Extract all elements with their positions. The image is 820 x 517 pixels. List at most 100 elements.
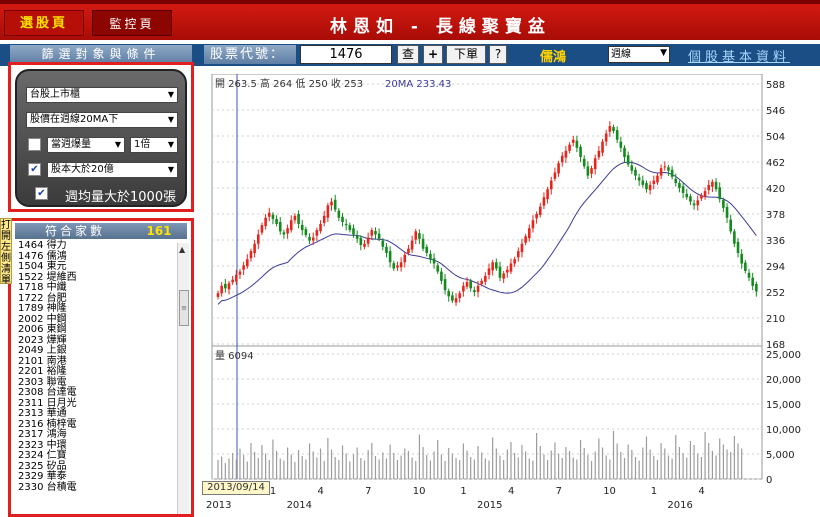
- candle-body: [224, 283, 227, 289]
- volume-bar: [312, 451, 314, 479]
- volume-bar: [257, 458, 259, 479]
- list-item[interactable]: 2324 仁寶: [18, 450, 178, 462]
- volume-condition-select[interactable]: 當週爆量 ▼: [47, 137, 125, 153]
- volume-bar: [286, 447, 289, 479]
- stock-code-label: 股票代號：: [204, 45, 296, 64]
- price-condition-value: 股價在週線20MA下: [30, 114, 119, 125]
- candle-body: [747, 272, 751, 278]
- candle-body: [341, 216, 344, 223]
- price-tick-label: 420: [766, 184, 785, 195]
- avg-volume-checkbox[interactable]: ✔: [35, 187, 48, 200]
- list-item[interactable]: 2201 裕隆: [18, 366, 178, 378]
- volume-bar: [374, 456, 377, 479]
- volume-bar: [232, 453, 234, 479]
- list-item[interactable]: 2006 東鋼: [18, 324, 178, 336]
- list-item[interactable]: 2049 上銀: [18, 345, 178, 357]
- app-window: 選股頁 監控頁 林恩如 - 長線聚寶盆 篩選對象與條件 股票代號： 查 + 下單…: [0, 0, 820, 517]
- candle-body: [363, 243, 366, 247]
- volume-bar: [235, 459, 237, 479]
- toggle-left-list-tab[interactable]: 打開左側清單: [0, 218, 12, 286]
- volume-checkbox[interactable]: [28, 138, 41, 151]
- period-select[interactable]: 週線 ▼: [608, 46, 670, 63]
- cursor-date-tag: 2013/09/14: [202, 481, 270, 495]
- candle-body: [527, 228, 531, 239]
- price-tick-label: 210: [766, 314, 785, 325]
- price-condition-select[interactable]: 股價在週線20MA下 ▼: [26, 112, 178, 128]
- results-count: 161: [146, 224, 172, 238]
- candle-body: [267, 212, 271, 217]
- volume-bar: [488, 460, 490, 479]
- ohlc-readout: 開 263.5 高 264 低 250 收 253: [215, 77, 363, 90]
- volume-bar: [290, 454, 292, 479]
- capital-condition-select[interactable]: 股本大於20億 ▼: [47, 162, 178, 178]
- query-button[interactable]: 查: [397, 45, 419, 64]
- capital-checkbox[interactable]: ✔: [28, 163, 41, 176]
- x-year-label: 2013: [206, 500, 231, 511]
- candle-body: [359, 237, 363, 245]
- candle-body: [366, 237, 370, 244]
- volume-bar: [623, 458, 626, 479]
- volume-bar: [319, 448, 322, 479]
- candle-body: [491, 262, 494, 271]
- list-item[interactable]: 2308 台達電: [18, 387, 178, 399]
- candle-body: [678, 183, 681, 188]
- volume-bar: [250, 443, 252, 479]
- scrollbar-thumb[interactable]: ≡: [179, 290, 189, 326]
- stock-code-input[interactable]: [300, 45, 392, 64]
- candle-body: [256, 234, 260, 244]
- candle-body: [725, 206, 729, 218]
- candle-body: [418, 233, 421, 239]
- volume-bar: [568, 451, 571, 479]
- volume-bar: [722, 444, 724, 479]
- volume-bar: [338, 460, 340, 479]
- candle-body: [487, 268, 491, 275]
- volume-bar: [400, 455, 402, 479]
- volume-bar: [627, 444, 629, 479]
- volume-bar: [686, 457, 688, 479]
- results-panel: 符合家數 161 1464 得力 1476 儒鴻 1504 東元 1522 堤維西 17…: [8, 218, 194, 517]
- volume-condition-value: 當週爆量: [51, 139, 91, 150]
- list-item[interactable]: 1789 神隆: [18, 303, 178, 315]
- volume-bar: [473, 459, 475, 479]
- weekly-price-chart: 58854650446242037833629425221016825,0002…: [206, 74, 801, 511]
- candle-body: [549, 180, 553, 190]
- add-watch-button[interactable]: +: [423, 45, 443, 64]
- volume-bar: [708, 443, 710, 479]
- list-item[interactable]: 2317 鴻海: [18, 429, 178, 441]
- help-button[interactable]: ?: [489, 45, 507, 64]
- volume-tick-label: 0: [766, 475, 772, 486]
- candle-body: [275, 218, 278, 224]
- volume-bar: [737, 443, 739, 479]
- results-scrollbar[interactable]: ▲ ≡: [177, 243, 189, 514]
- list-item[interactable]: 1504 東元: [18, 261, 178, 273]
- candle-body: [692, 203, 696, 206]
- tab-stock-pick[interactable]: 選股頁: [4, 10, 84, 36]
- list-item[interactable]: 2330 台積電: [18, 482, 178, 494]
- candle-body: [568, 144, 571, 151]
- volume-bar: [228, 458, 230, 479]
- candle-body: [612, 127, 615, 132]
- candle-body: [462, 285, 465, 292]
- volume-multiple-select[interactable]: 1倍 ▼: [130, 137, 178, 153]
- volume-bar: [426, 455, 428, 479]
- scroll-up-icon[interactable]: ▲: [179, 245, 185, 254]
- stock-basic-info-link[interactable]: 個股基本資料: [688, 46, 790, 65]
- list-item[interactable]: 2313 華通: [18, 408, 178, 420]
- x-month-label: 1: [460, 486, 466, 497]
- list-item[interactable]: 1464 得力: [18, 240, 178, 252]
- volume-bar: [697, 453, 699, 479]
- candle-body: [414, 231, 418, 240]
- list-item[interactable]: 1718 中纖: [18, 282, 178, 294]
- tab-monitor[interactable]: 監控頁: [92, 10, 172, 36]
- list-item[interactable]: 2329 華泰: [18, 471, 178, 483]
- candle-body: [407, 248, 410, 253]
- chevron-down-icon: ▼: [167, 165, 174, 174]
- candle-body: [447, 291, 451, 297]
- candle-body: [249, 251, 253, 259]
- place-order-button[interactable]: 下單: [446, 45, 486, 64]
- market-select[interactable]: 台股上市櫃 ▼: [26, 87, 178, 103]
- volume-bar: [341, 445, 344, 479]
- candle-body: [575, 140, 579, 148]
- candle-body: [714, 181, 718, 190]
- x-year-label: 2016: [667, 500, 692, 511]
